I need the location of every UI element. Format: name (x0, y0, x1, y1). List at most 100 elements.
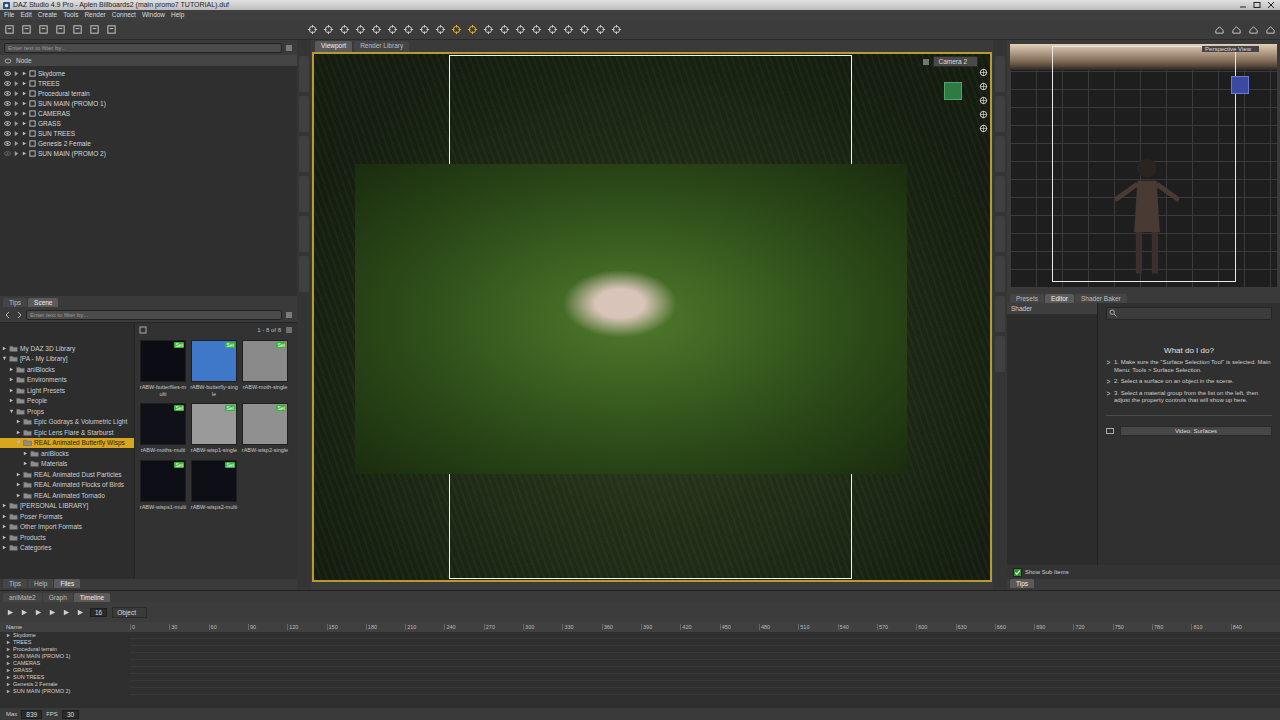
scene-node[interactable]: TREES (0, 78, 297, 88)
content-tab[interactable]: Files (54, 579, 80, 588)
expand-arrow-icon[interactable] (22, 121, 27, 126)
layout-tool-icon[interactable] (1248, 24, 1259, 35)
side-tab[interactable] (299, 56, 309, 92)
side-tab[interactable] (299, 256, 309, 292)
track-lane[interactable] (130, 646, 1280, 653)
side-tab[interactable] (995, 176, 1005, 212)
side-tab[interactable] (995, 56, 1005, 92)
transport-icon[interactable] (20, 608, 29, 617)
transport-icon[interactable] (34, 608, 43, 617)
visibility-eye-icon[interactable] (4, 80, 11, 87)
library-folder[interactable]: Products (0, 532, 134, 543)
video-surfaces-button[interactable]: Video: Surfaces (1120, 426, 1272, 436)
scene-node[interactable]: CAMERAS (0, 108, 297, 118)
asset-tile[interactable]: SetrABW-moths-multi (139, 403, 187, 454)
aux-view-cube-icon[interactable] (1231, 76, 1249, 94)
scene-tool-icon[interactable] (467, 24, 478, 35)
scene-node[interactable]: SUN TREES (0, 128, 297, 138)
scene-tool-icon[interactable] (339, 24, 350, 35)
visibility-eye-icon[interactable] (4, 90, 11, 97)
selectable-icon[interactable] (13, 140, 20, 147)
viewport-canvas[interactable]: Camera 2 (312, 52, 992, 582)
file-tool-icon[interactable] (89, 24, 100, 35)
side-tab[interactable] (299, 216, 309, 252)
layout-tool-icon[interactable] (1231, 24, 1242, 35)
visibility-eye-icon[interactable] (4, 150, 11, 157)
visibility-eye-icon[interactable] (4, 110, 11, 117)
content-tab[interactable]: Help (28, 579, 53, 588)
track-lane[interactable] (130, 674, 1280, 681)
track-lane[interactable] (130, 660, 1280, 667)
expand-arrow-icon[interactable] (22, 141, 27, 146)
library-folder[interactable]: [PERSONAL LIBRARY] (0, 501, 134, 512)
scene-tool-icon[interactable] (499, 24, 510, 35)
library-folder[interactable]: [PA - My Library] (0, 354, 134, 365)
transport-icon[interactable] (6, 608, 15, 617)
scene-tool-icon[interactable] (611, 24, 622, 35)
visibility-eye-icon[interactable] (4, 100, 11, 107)
navigation-icon[interactable] (979, 68, 988, 77)
expand-arrow-icon[interactable] (2, 346, 7, 351)
scene-tool-icon[interactable] (531, 24, 542, 35)
asset-tile[interactable]: SetrABW-wisps2-multi (190, 460, 238, 511)
timeline-tab[interactable]: Graph (43, 593, 73, 602)
expand-arrow-icon[interactable] (2, 545, 7, 550)
menu-item[interactable]: Edit (20, 10, 31, 20)
aux-camera-dropdown[interactable]: Perspective View (1202, 46, 1259, 52)
current-frame-field[interactable]: 16 (90, 608, 107, 617)
library-folder[interactable]: Environments (0, 375, 134, 386)
expand-arrow-icon[interactable] (9, 377, 14, 382)
content-tab[interactable]: Tips (3, 579, 27, 588)
scene-node[interactable]: SUN MAIN (PROMO 1) (0, 98, 297, 108)
scene-node[interactable]: GRASS (0, 118, 297, 128)
expand-arrow-icon[interactable] (6, 682, 11, 687)
scene-node[interactable]: Genesis 2 Female (0, 138, 297, 148)
expand-arrow-icon[interactable] (9, 388, 14, 393)
library-folder[interactable]: People (0, 396, 134, 407)
options-icon[interactable] (922, 58, 930, 66)
asset-tile[interactable]: SetrABW-butterflies-multi (139, 340, 187, 397)
left-tab[interactable]: Scene (28, 298, 58, 307)
timeline-mode-dropdown[interactable]: Object (112, 607, 147, 618)
side-tab[interactable] (995, 136, 1005, 172)
expand-arrow-icon[interactable] (16, 430, 21, 435)
scene-search-field[interactable] (4, 43, 282, 53)
viewport-tab[interactable]: Viewport (315, 41, 352, 52)
scene-node[interactable]: Skydome (0, 68, 297, 78)
timeline-track[interactable]: SUN MAIN (PROMO 1) (0, 653, 1280, 660)
transport-icon[interactable] (48, 608, 57, 617)
scene-tool-icon[interactable] (451, 24, 462, 35)
expand-arrow-icon[interactable] (16, 440, 21, 445)
selectable-icon[interactable] (13, 80, 20, 87)
library-folder[interactable]: aniBlocks (0, 364, 134, 375)
side-tab[interactable] (995, 256, 1005, 292)
scene-node[interactable]: Procedural terrain (0, 88, 297, 98)
surfaces-tab[interactable]: Editor (1045, 294, 1074, 303)
layout-tool-icon[interactable] (1265, 24, 1276, 35)
expand-arrow-icon[interactable] (22, 151, 27, 156)
visibility-eye-icon[interactable] (4, 140, 11, 147)
close-icon[interactable] (1265, 1, 1277, 9)
scene-tool-icon[interactable] (515, 24, 526, 35)
asset-tile[interactable]: SetrABW-moth-single (241, 340, 289, 397)
camera-dropdown[interactable]: Camera 2 (933, 56, 978, 67)
visibility-eye-icon[interactable] (4, 120, 11, 127)
timeline-track[interactable]: Skydome (0, 632, 1280, 639)
expand-arrow-icon[interactable] (16, 419, 21, 424)
timeline-track[interactable]: SUN TREES (0, 674, 1280, 681)
timeline-track[interactable]: Genesis 2 Female (0, 681, 1280, 688)
menu-icon[interactable] (285, 311, 293, 319)
transport-icon[interactable] (76, 608, 85, 617)
side-tab[interactable] (995, 296, 1005, 332)
asset-tile[interactable]: SetrABW-wisp1-single (190, 403, 238, 454)
scene-node[interactable]: SUN MAIN (PROMO 2) (0, 148, 297, 158)
expand-arrow-icon[interactable] (2, 356, 7, 361)
asset-tile[interactable]: SetrABW-butterfly-single (190, 340, 238, 397)
scene-tool-icon[interactable] (387, 24, 398, 35)
scene-tool-icon[interactable] (371, 24, 382, 35)
library-folder[interactable]: Props (0, 406, 134, 417)
track-lane[interactable] (130, 653, 1280, 660)
library-folder[interactable]: Light Presets (0, 385, 134, 396)
menu-item[interactable]: Create (38, 10, 58, 20)
visibility-eye-icon[interactable] (4, 70, 11, 77)
